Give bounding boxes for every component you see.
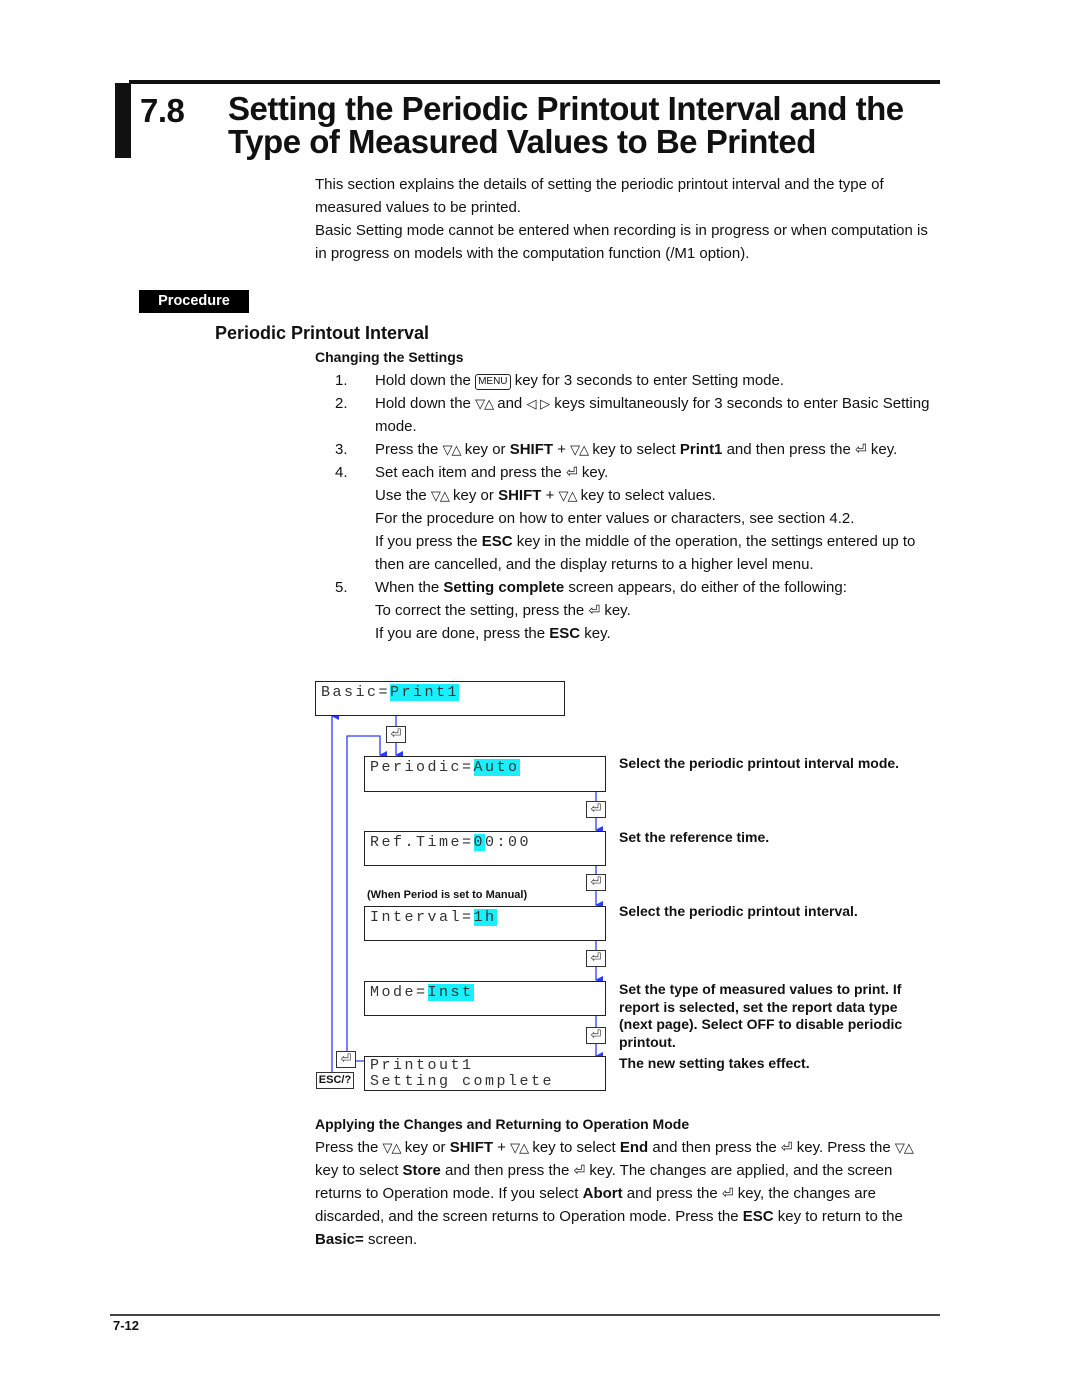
enter-key-icon: ⏎ — [721, 1185, 734, 1201]
enter-key-icon: ⏎ — [586, 801, 606, 818]
desc-interval: Select the periodic printout interval. — [619, 903, 858, 919]
lcd-interval: Interval=1h — [364, 906, 606, 941]
enter-key-icon: ⏎ — [586, 1027, 606, 1044]
apply-paragraph: Press the ▽△ key or SHIFT + ▽△ key to se… — [315, 1136, 940, 1251]
enter-key-icon: ⏎ — [780, 1139, 793, 1155]
enter-key-icon: ⏎ — [336, 1051, 356, 1068]
lcd-basic: Basic=Print1 — [315, 681, 565, 716]
lcd-periodic: Periodic=Auto — [364, 756, 606, 792]
esc-key-icon: ESC/? — [316, 1072, 354, 1089]
manual-period-note: (When Period is set to Manual) — [367, 889, 528, 901]
footer-rule — [110, 1314, 940, 1316]
lcd-ref-time: Ref.Time=00:00 — [364, 831, 606, 866]
enter-key-icon: ⏎ — [573, 1162, 586, 1178]
flow-arrow — [331, 712, 354, 1081]
enter-key-icon: ⏎ — [386, 726, 406, 743]
enter-key-icon: ⏎ — [586, 950, 606, 967]
lcd-setting-complete: Printout1 Setting complete — [364, 1056, 606, 1091]
desc-setting-complete: The new setting takes effect. — [619, 1055, 810, 1071]
up-down-key-icon: ▽△ — [510, 1140, 529, 1155]
up-down-key-icon: ▽△ — [894, 1140, 914, 1155]
lcd-mode: Mode=Inst — [364, 981, 606, 1016]
desc-mode: Set the type of measured values to print… — [619, 981, 903, 1050]
page-number: 7-12 — [113, 1318, 140, 1333]
desc-periodic: Select the periodic printout interval mo… — [619, 755, 900, 771]
enter-key-icon: ⏎ — [586, 874, 606, 891]
subheading-applying: Applying the Changes and Returning to Op… — [315, 1116, 690, 1132]
desc-ref-time: Set the reference time. — [619, 829, 770, 845]
up-down-key-icon: ▽△ — [382, 1140, 402, 1155]
